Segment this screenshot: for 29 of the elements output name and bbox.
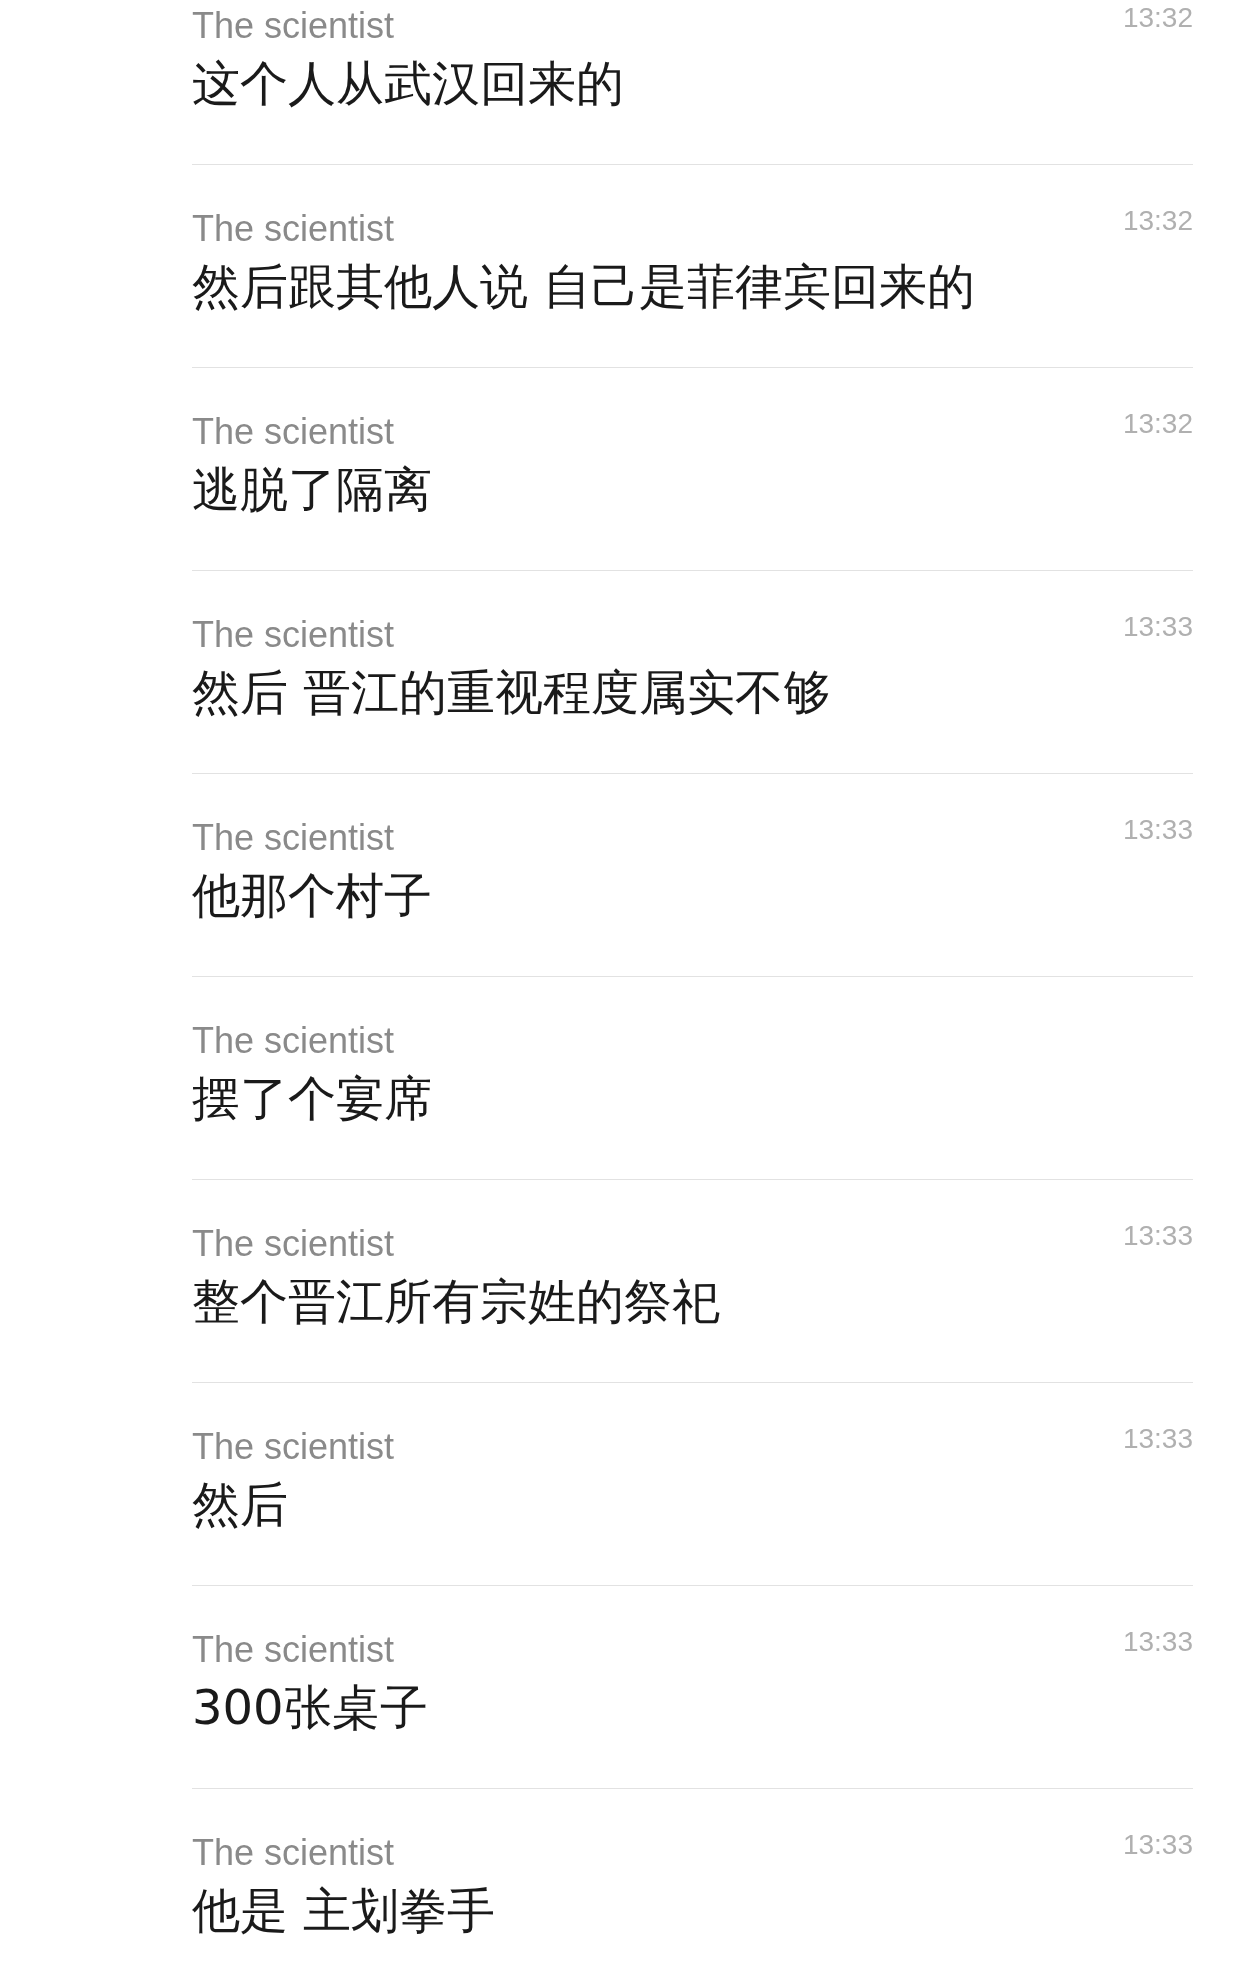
message-time: 13:33 — [1122, 1829, 1193, 1861]
message-text: 整个晋江所有宗姓的祭祀 — [192, 1272, 721, 1330]
message-text: 然后跟其他人说 自己是菲律宾回来的 — [192, 257, 977, 315]
message-time: 13:32 — [1122, 408, 1193, 440]
message-time: 13:33 — [1122, 1423, 1193, 1455]
message-text: 这个人从武汉回来的 — [192, 54, 625, 112]
message-text: 他是 主划拳手 — [192, 1881, 497, 1939]
message-time: 13:33 — [1122, 1626, 1193, 1658]
sender-name: The scientist — [192, 207, 395, 251]
message-text: 然后 — [192, 1475, 289, 1533]
sender-name: The scientist — [192, 816, 395, 860]
sender-name: The scientist — [192, 1628, 395, 1672]
message-time: 13:33 — [1122, 814, 1193, 846]
message-text: 然后 晋江的重视程度属实不够 — [192, 663, 833, 721]
sender-name: The scientist — [192, 1425, 395, 1469]
message-text: 逃脱了隔离 — [192, 460, 433, 518]
message-text: 他那个村子 — [192, 866, 433, 924]
message-text: 300张桌子 — [192, 1678, 429, 1736]
sender-name: The scientist — [192, 410, 395, 454]
sender-name: The scientist — [192, 1019, 395, 1063]
sender-name: The scientist — [192, 1222, 395, 1266]
sender-name: The scientist — [192, 1831, 395, 1875]
message-time: 13:33 — [1122, 1220, 1193, 1252]
sender-name: The scientist — [192, 613, 395, 657]
message-text: 摆了个宴席 — [192, 1069, 433, 1127]
sender-name: The scientist — [192, 4, 395, 48]
message-time: 13:32 — [1122, 2, 1193, 34]
message-time: 13:33 — [1122, 611, 1193, 643]
message-time: 13:32 — [1122, 205, 1193, 237]
